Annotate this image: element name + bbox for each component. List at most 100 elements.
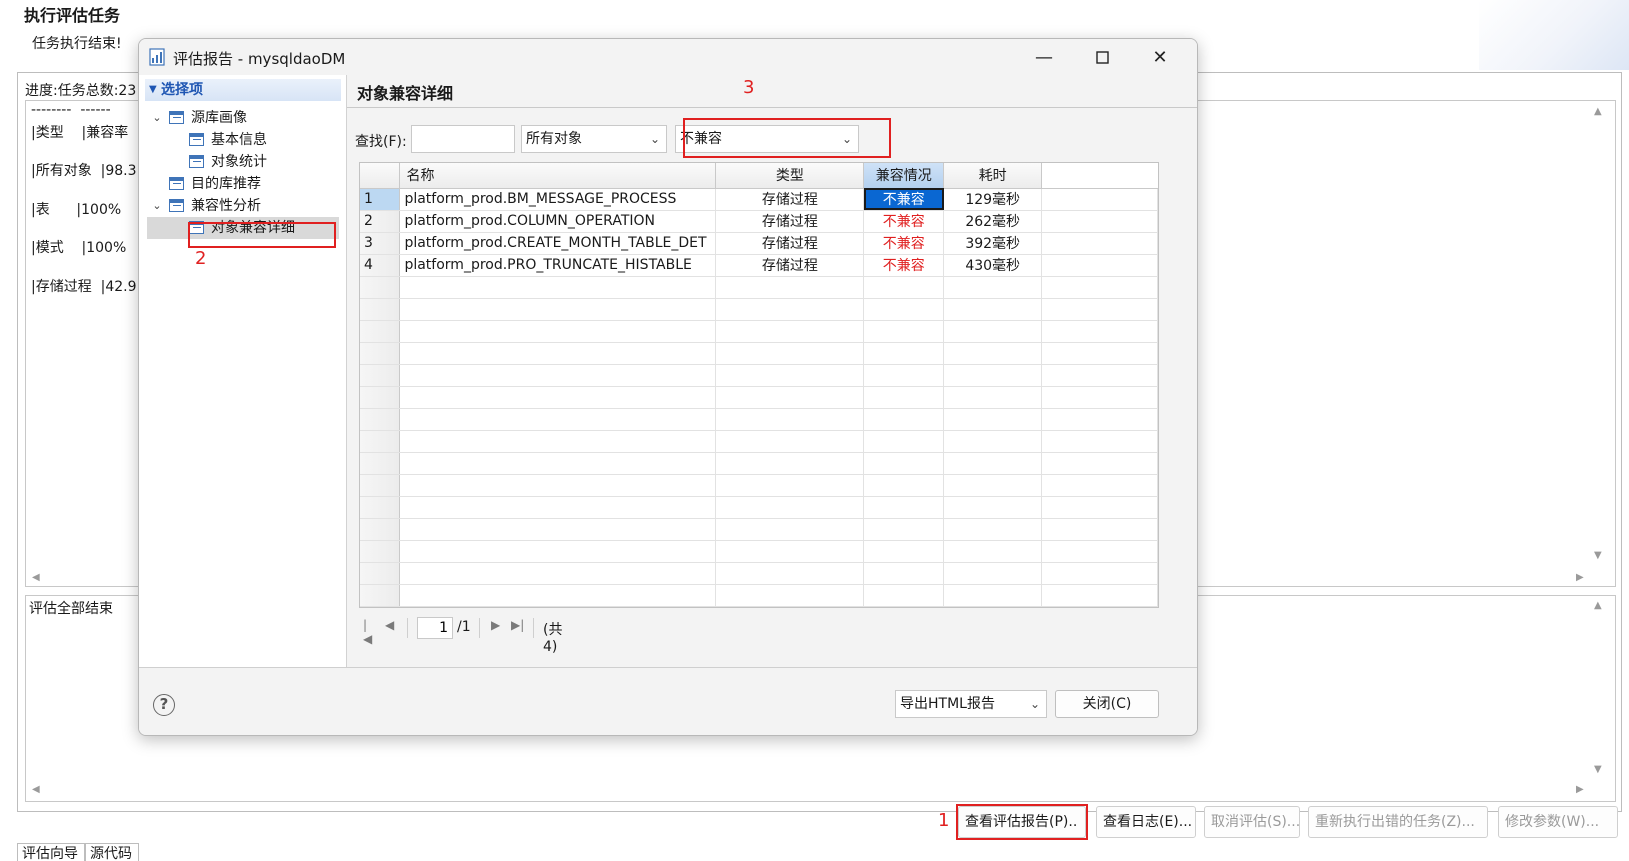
object-filter-select[interactable]: 所有对象 ⌄ xyxy=(521,125,667,153)
empty-cell xyxy=(943,430,1043,453)
cell-name[interactable]: platform_prod.CREATE_MONTH_TABLE_DET xyxy=(399,232,717,255)
scroll-down-icon[interactable]: ▼ xyxy=(1594,764,1602,775)
cell-name[interactable]: platform_prod.PRO_TRUNCATE_HISTABLE xyxy=(399,254,717,277)
row-number[interactable]: 1 xyxy=(360,188,401,211)
table-icon xyxy=(169,111,184,124)
cell-name[interactable]: platform_prod.COLUMN_OPERATION xyxy=(399,210,717,233)
tree-item-label: 兼容性分析 xyxy=(191,198,261,214)
page-subtitle: 任务执行结束! xyxy=(32,36,122,52)
empty-cell xyxy=(1041,342,1158,365)
tab-wizard[interactable]: 评估向导 xyxy=(17,843,85,861)
export-html-select[interactable]: 导出HTML报告 ⌄ xyxy=(895,690,1047,718)
annotation-box-2 xyxy=(188,222,336,248)
cell-status[interactable]: 不兼容 xyxy=(863,232,945,255)
cell-status[interactable]: 不兼容 xyxy=(863,188,945,211)
rerun-failed-button[interactable]: 重新执行出错的任务(Z)... xyxy=(1308,806,1488,838)
column-header-time[interactable]: 耗时 xyxy=(943,163,1043,189)
cell-time[interactable]: 430毫秒 xyxy=(943,254,1043,277)
chevron-down-icon: ⌄ xyxy=(649,132,660,146)
column-header-status[interactable]: 兼容情况 xyxy=(863,163,945,189)
empty-cell xyxy=(1041,408,1158,431)
find-input[interactable] xyxy=(411,125,515,153)
close-icon[interactable]: ✕ xyxy=(1137,43,1183,71)
tree-item-label: 目的库推荐 xyxy=(191,176,261,192)
row-number[interactable]: 2 xyxy=(360,210,401,233)
close-button[interactable]: 关闭(C) xyxy=(1055,690,1159,718)
empty-cell xyxy=(943,474,1043,497)
cell-type[interactable]: 存储过程 xyxy=(715,254,865,277)
last-page-icon[interactable]: ▶| xyxy=(511,618,524,632)
tree-item-source-profile[interactable]: ⌄ 源库画像 xyxy=(139,107,339,129)
scroll-up-icon[interactable]: ▲ xyxy=(1594,600,1602,611)
dialog-titlebar[interactable]: 评估报告 - mysqldaoDM — ✕ xyxy=(139,39,1197,75)
modify-params-button[interactable]: 修改参数(W)... xyxy=(1498,806,1618,838)
empty-cell xyxy=(863,342,945,365)
chevron-down-icon[interactable]: ⌄ xyxy=(151,107,163,129)
empty-cell xyxy=(360,342,401,365)
tree-header[interactable]: ▼ 选择项 xyxy=(145,79,341,101)
stats-row: |存储过程 |42.9 xyxy=(31,279,137,295)
page-input[interactable] xyxy=(417,617,453,639)
empty-cell xyxy=(943,276,1043,299)
empty-cell xyxy=(863,298,945,321)
scroll-down-icon[interactable]: ▼ xyxy=(1594,550,1602,561)
empty-cell xyxy=(399,430,717,453)
empty-cell xyxy=(863,276,945,299)
next-page-icon[interactable]: ▶ xyxy=(491,618,500,632)
minimize-icon[interactable]: — xyxy=(1021,43,1067,71)
scroll-left-icon[interactable]: ◀ xyxy=(32,784,40,795)
tree-item-compat-analysis[interactable]: ⌄ 兼容性分析 xyxy=(139,195,339,217)
cell-type[interactable]: 存储过程 xyxy=(715,232,865,255)
tab-source[interactable]: 源代码 xyxy=(85,843,139,861)
cell-type[interactable]: 存储过程 xyxy=(715,188,865,211)
tree-item-object-stats[interactable]: 对象统计 xyxy=(139,151,339,173)
empty-cell xyxy=(863,518,945,541)
help-icon[interactable]: ? xyxy=(153,694,175,716)
empty-cell xyxy=(715,430,865,453)
prev-page-icon[interactable]: ◀ xyxy=(385,618,394,632)
tree-item-basic-info[interactable]: 基本信息 xyxy=(139,129,339,151)
scroll-left-icon[interactable]: ◀ xyxy=(32,572,40,583)
cell-type[interactable]: 存储过程 xyxy=(715,210,865,233)
stats-row: |所有对象 |98.3 xyxy=(31,163,137,179)
table-icon xyxy=(189,133,204,146)
chevron-down-icon[interactable]: ⌄ xyxy=(151,195,163,217)
empty-cell xyxy=(715,320,865,343)
cell-time[interactable]: 392毫秒 xyxy=(943,232,1043,255)
pager-divider xyxy=(407,618,408,638)
table-row[interactable]: 4 platform_prod.PRO_TRUNCATE_HISTABLE 存储… xyxy=(360,254,1158,277)
empty-cell xyxy=(943,540,1043,563)
empty-cell xyxy=(943,496,1043,519)
stats-row: |表 |100% xyxy=(31,202,122,218)
view-log-button[interactable]: 查看日志(E)... xyxy=(1096,806,1196,838)
maximize-icon[interactable] xyxy=(1079,43,1125,71)
cell-name[interactable]: platform_prod.BM_MESSAGE_PROCESS xyxy=(399,188,717,211)
first-page-icon[interactable]: |◀ xyxy=(363,618,372,646)
cell-status[interactable]: 不兼容 xyxy=(863,210,945,233)
cell-status[interactable]: 不兼容 xyxy=(863,254,945,277)
scroll-up-icon[interactable]: ▲ xyxy=(1594,106,1602,117)
tree-item-target-recommend[interactable]: 目的库推荐 xyxy=(139,173,339,195)
column-header-name[interactable]: 名称 xyxy=(399,163,717,189)
empty-cell xyxy=(360,408,401,431)
row-number[interactable]: 3 xyxy=(360,232,401,255)
empty-cell xyxy=(360,452,401,475)
pager-divider xyxy=(479,618,480,638)
column-header-type[interactable]: 类型 xyxy=(715,163,865,189)
cancel-assess-button[interactable]: 取消评估(S)... xyxy=(1204,806,1300,838)
empty-cell xyxy=(360,518,401,541)
cell-time[interactable]: 262毫秒 xyxy=(943,210,1043,233)
table-row[interactable]: 1 platform_prod.BM_MESSAGE_PROCESS 存储过程 … xyxy=(360,188,1158,211)
total-pages: /1 xyxy=(457,619,471,635)
scroll-right-icon[interactable]: ▶ xyxy=(1576,572,1584,583)
column-filler xyxy=(1041,163,1158,189)
cell-time[interactable]: 129毫秒 xyxy=(943,188,1043,211)
dialog-footer: ? 导出HTML报告 ⌄ 关闭(C) xyxy=(139,667,1197,735)
table-row[interactable]: 2 platform_prod.COLUMN_OPERATION 存储过程 不兼… xyxy=(360,210,1158,233)
row-number[interactable]: 4 xyxy=(360,254,401,277)
empty-cell xyxy=(360,364,401,387)
table-row[interactable]: 3 platform_prod.CREATE_MONTH_TABLE_DET 存… xyxy=(360,232,1158,255)
row-number-header[interactable] xyxy=(360,163,401,189)
scroll-right-icon[interactable]: ▶ xyxy=(1576,784,1584,795)
dialog-title: 评估报告 - mysqldaoDM xyxy=(173,50,346,68)
